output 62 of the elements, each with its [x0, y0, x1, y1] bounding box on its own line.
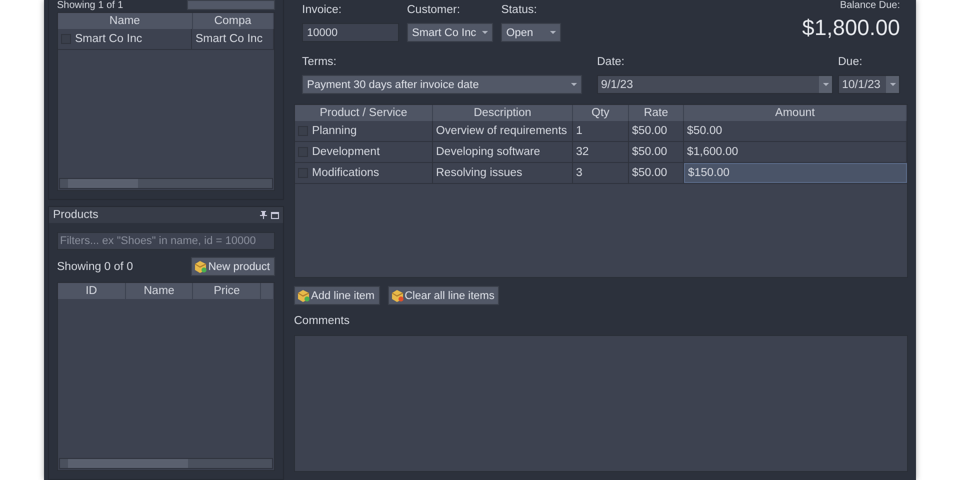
date-field[interactable]: 9/1/23 [597, 75, 833, 94]
balance-label: Balance Due: [840, 0, 900, 11]
field-label: Date: [597, 56, 626, 68]
table-cell: 1 [573, 121, 629, 141]
due-date-field[interactable]: 10/1/23 [838, 75, 900, 94]
balance-amount: $1,800.00 [802, 15, 900, 41]
column-header[interactable]: Rate [629, 105, 684, 121]
package-add-icon [194, 260, 208, 273]
caret-icon [482, 31, 488, 34]
comments-label: Comments [294, 315, 351, 327]
table-cell: Development [312, 146, 380, 158]
caret-icon [550, 31, 556, 34]
table-cell: Planning [312, 125, 357, 137]
invoice-number-field[interactable]: 10000 [302, 23, 399, 42]
table-cell: Overview of requirements [433, 121, 573, 141]
column-header[interactable]: Price [193, 283, 262, 299]
field-label: Customer: [407, 4, 462, 16]
filter-field[interactable]: Filters... ex "Shoes" in name, id = 10000 [57, 232, 275, 250]
status-dropdown[interactable]: Open [501, 23, 562, 42]
column-header[interactable]: Name [126, 283, 194, 299]
showing-count: Showing 1 of 1 [57, 0, 124, 11]
comments-field[interactable] [294, 335, 908, 472]
new-product-button[interactable]: New product [191, 257, 275, 276]
table-cell: $50.00 [629, 121, 684, 141]
table-cell: Smart Co Inc [192, 29, 274, 49]
table-cell: $150.00 [684, 163, 907, 183]
add-line-item-button[interactable]: Add line item [294, 286, 380, 305]
field-label: Terms: [302, 56, 338, 68]
maximize-icon[interactable] [271, 212, 279, 218]
column-header[interactable]: Compa [192, 13, 274, 29]
table-cell: $50.00 [629, 142, 684, 162]
package-remove-icon [390, 289, 404, 302]
table-cell: Modifications [312, 167, 380, 179]
column-header[interactable]: Qty [573, 105, 629, 121]
caret-icon [822, 83, 828, 86]
terms-dropdown[interactable]: Payment 30 days after invoice date [302, 75, 582, 94]
field-label: Due: [838, 56, 864, 68]
column-header[interactable]: Product / Service [295, 105, 433, 121]
horizontal-scrollbar[interactable] [59, 458, 273, 469]
column-header[interactable]: Name [58, 13, 192, 29]
pin-icon[interactable] [260, 211, 267, 219]
caret-icon [571, 83, 577, 86]
package-add-icon [297, 289, 310, 302]
column-header[interactable]: ID [58, 283, 126, 299]
showing-count: Showing 0 of 0 [57, 260, 134, 272]
field-label: Status: [501, 4, 538, 16]
table-cell: 3 [573, 163, 629, 183]
table-cell: Developing software [433, 142, 573, 162]
table-cell: $1,600.00 [684, 142, 907, 162]
panel-title: Products [53, 209, 98, 221]
caret-icon [890, 83, 896, 86]
clear-line-items-button[interactable]: Clear all line items [388, 286, 500, 305]
horizontal-scrollbar[interactable] [59, 178, 273, 189]
table-cell: $50.00 [684, 121, 907, 141]
customer-dropdown[interactable]: Smart Co Inc [407, 23, 494, 42]
column-header[interactable]: Description [433, 105, 573, 121]
toolbar-button[interactable] [187, 0, 275, 10]
field-label: Invoice: [302, 4, 343, 16]
table-cell: 32 [573, 142, 629, 162]
table-cell: Smart Co Inc [75, 33, 142, 45]
column-header[interactable]: Amount [684, 105, 907, 121]
table-cell: Resolving issues [433, 163, 573, 183]
